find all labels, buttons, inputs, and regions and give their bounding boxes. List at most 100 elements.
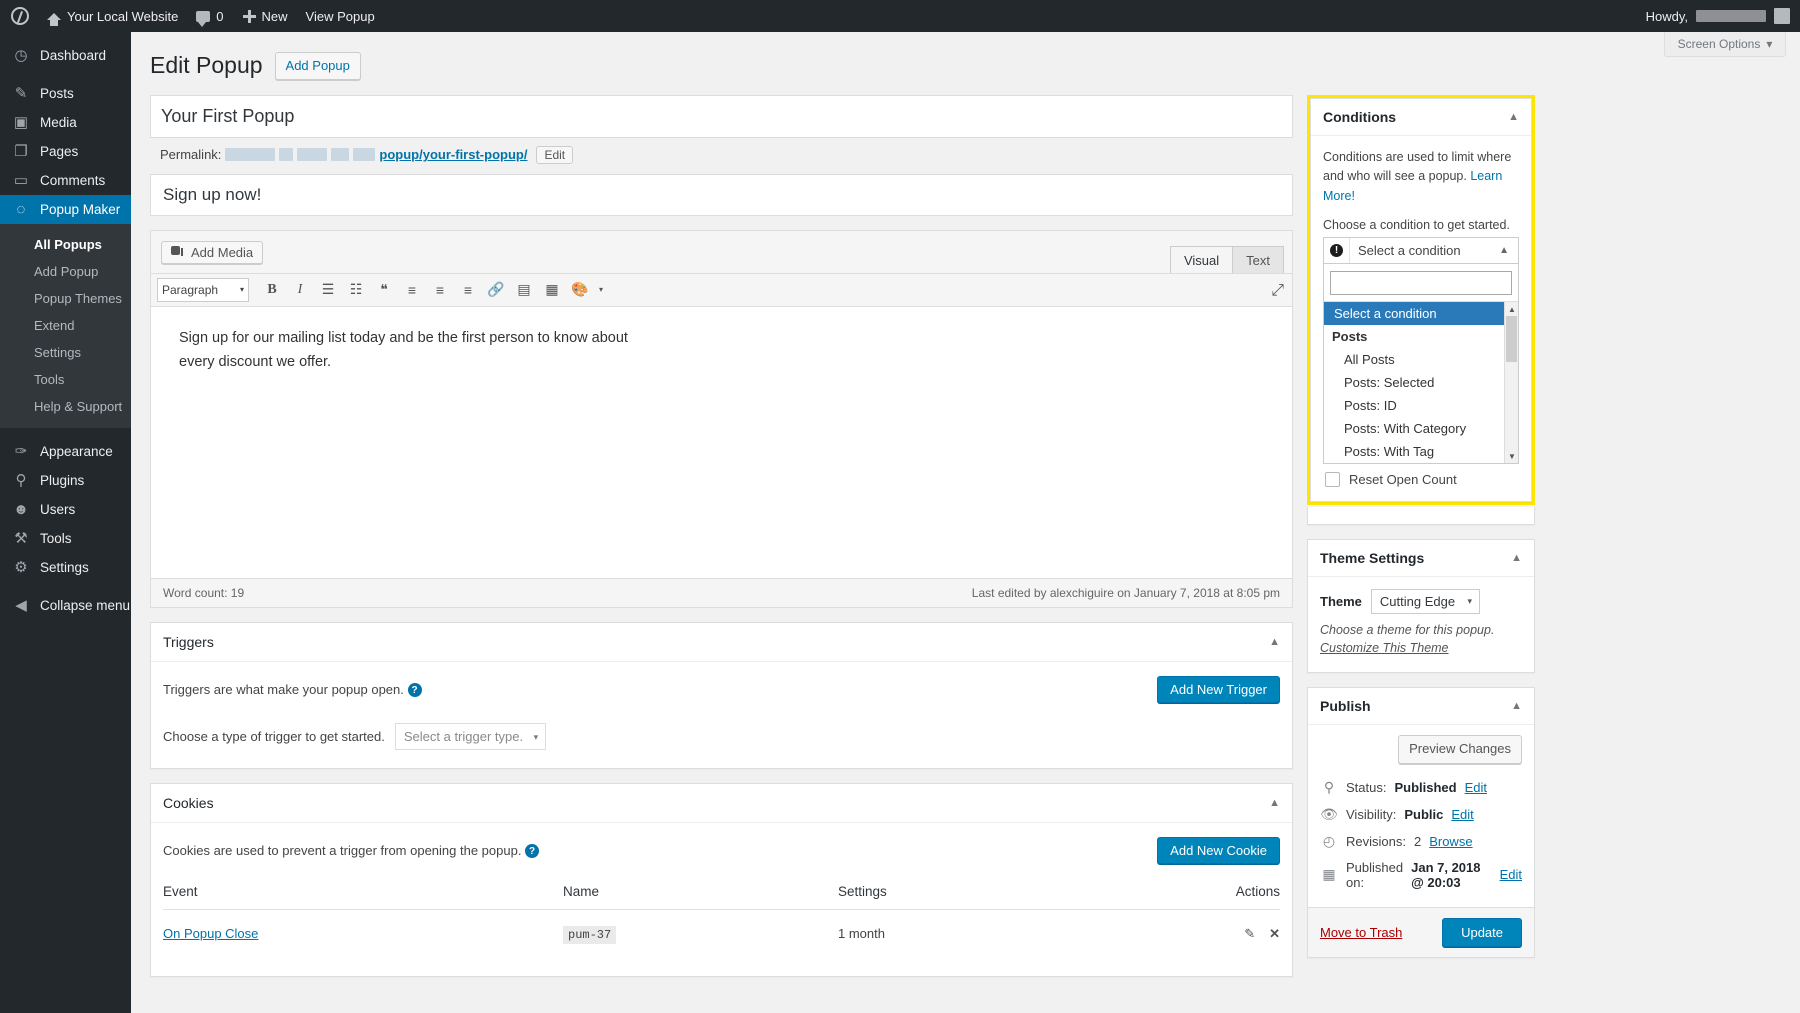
account-area[interactable]: Howdy, [1646, 8, 1800, 24]
condition-option-posts-with-tag[interactable]: Posts: With Tag [1324, 440, 1518, 463]
edit-permalink-button[interactable]: Edit [536, 146, 573, 164]
conditions-header[interactable]: Conditions ▲ [1311, 99, 1531, 136]
comments-button[interactable]: 0 [187, 0, 232, 32]
sidebar-item-media[interactable]: ▣ Media [0, 108, 131, 137]
triggers-top-row: Triggers are what make your popup open. … [163, 676, 1280, 703]
text-color-chevron-icon[interactable]: ▾ [595, 278, 607, 302]
main-column: Permalink: popup/your-first-popup/ Edit … [150, 95, 1293, 977]
chevron-up-icon[interactable]: ▲ [1508, 111, 1519, 123]
condition-option-all-posts[interactable]: All Posts [1324, 348, 1518, 371]
sidebar-item-plugins[interactable]: ⚲ Plugins [0, 466, 131, 495]
condition-option-group-posts[interactable]: Posts [1324, 325, 1518, 348]
chevron-up-icon[interactable]: ▲ [1269, 636, 1280, 648]
condition-option-posts-id[interactable]: Posts: ID [1324, 394, 1518, 417]
popup-subtitle-input[interactable] [161, 183, 1282, 207]
help-icon[interactable]: ? [408, 683, 422, 697]
cookie-event-link[interactable]: On Popup Close [163, 926, 258, 941]
wordpress-logo-button[interactable] [0, 0, 38, 32]
submenu-item-add-popup[interactable]: Add Popup [0, 258, 131, 285]
triggers-header[interactable]: Triggers ▲ [151, 623, 1292, 662]
tab-text[interactable]: Text [1232, 246, 1284, 273]
submenu-item-settings[interactable]: Settings [0, 339, 131, 366]
text-color-icon[interactable]: 🎨 [567, 278, 593, 302]
sidebar-item-collapse-menu[interactable]: ◀ Collapse menu [0, 591, 131, 620]
editor-content-area[interactable]: Sign up for our mailing list today and b… [151, 307, 1292, 579]
condition-option-posts-selected[interactable]: Posts: Selected [1324, 371, 1518, 394]
condition-option-posts-with-category[interactable]: Posts: With Category [1324, 417, 1518, 440]
sidebar-item-settings[interactable]: ⚙ Settings [0, 553, 131, 582]
view-popup-button[interactable]: View Popup [297, 0, 384, 32]
edit-visibility-link[interactable]: Edit [1451, 807, 1473, 822]
add-popup-button[interactable]: Add Popup [275, 52, 361, 81]
move-to-trash-link[interactable]: Move to Trash [1320, 925, 1402, 940]
read-more-icon[interactable]: ▤ [511, 278, 537, 302]
publish-revisions-row: ◴ Revisions: 2 Browse [1320, 828, 1522, 855]
trigger-type-select[interactable]: Select a trigger type. ▾ [395, 723, 546, 750]
theme-select[interactable]: Cutting Edge ▾ [1371, 589, 1480, 614]
condition-select-button[interactable]: ! Select a condition ▲ [1323, 237, 1519, 264]
dropdown-scrollbar[interactable]: ▲ ▼ [1504, 302, 1518, 463]
table-header-row: Event Name Settings Actions [163, 874, 1280, 910]
edit-pencil-icon[interactable]: ✎ [1244, 926, 1255, 942]
chevron-up-icon[interactable]: ▲ [1511, 552, 1522, 564]
theme-settings-body: Theme Cutting Edge ▾ Choose a theme for … [1308, 577, 1534, 672]
browse-revisions-link[interactable]: Browse [1429, 834, 1472, 849]
tab-visual[interactable]: Visual [1170, 246, 1233, 273]
screen-options-button[interactable]: Screen Options ▾ [1664, 32, 1786, 57]
align-left-icon[interactable]: ≡ [399, 278, 425, 302]
align-right-icon[interactable]: ≡ [455, 278, 481, 302]
update-button[interactable]: Update [1442, 918, 1522, 947]
cookies-header[interactable]: Cookies ▲ [151, 784, 1292, 823]
numbered-list-icon[interactable]: ☷ [343, 278, 369, 302]
submenu-item-all-popups[interactable]: All Popups [0, 231, 131, 258]
blockquote-icon[interactable]: ❝ [371, 278, 397, 302]
condition-search-input[interactable] [1330, 271, 1512, 295]
submenu-item-help-support[interactable]: Help & Support [0, 393, 131, 420]
publish-header[interactable]: Publish ▲ [1308, 688, 1534, 725]
submenu-item-popup-themes[interactable]: Popup Themes [0, 285, 131, 312]
sidebar-item-popup-maker[interactable]: ◌ Popup Maker [0, 195, 131, 224]
permalink-link[interactable]: popup/your-first-popup/ [379, 147, 527, 162]
add-new-trigger-button[interactable]: Add New Trigger [1157, 676, 1280, 703]
site-name-button[interactable]: Your Local Website [38, 0, 187, 32]
sidebar-item-appearance[interactable]: ✑ Appearance [0, 437, 131, 466]
fullscreen-icon[interactable]: ⤢ [1271, 282, 1284, 300]
new-content-button[interactable]: New [233, 0, 297, 32]
reset-open-count-checkbox[interactable] [1325, 472, 1340, 487]
chevron-up-icon[interactable]: ▲ [1269, 797, 1280, 809]
sidebar-item-pages[interactable]: ❐ Pages [0, 137, 131, 166]
reset-open-count-row[interactable]: Reset Open Count [1323, 464, 1519, 487]
customize-theme-link[interactable]: Customize This Theme [1320, 641, 1449, 655]
chevron-up-icon[interactable]: ▲ [1511, 700, 1522, 712]
bold-icon[interactable]: B [259, 278, 285, 302]
published-value: Jan 7, 2018 @ 20:03 [1411, 860, 1491, 890]
scroll-up-arrow-icon[interactable]: ▲ [1505, 302, 1518, 316]
add-media-button[interactable]: Add Media [161, 241, 263, 264]
edit-status-link[interactable]: Edit [1465, 780, 1487, 795]
edit-published-link[interactable]: Edit [1500, 867, 1522, 882]
condition-option-select-a-condition[interactable]: Select a condition [1324, 302, 1518, 325]
submenu-item-extend[interactable]: Extend [0, 312, 131, 339]
sidebar-item-users[interactable]: ☻ Users [0, 495, 131, 524]
scrollbar-thumb[interactable] [1506, 316, 1517, 362]
sidebar-item-tools[interactable]: ⚒ Tools [0, 524, 131, 553]
preview-changes-button[interactable]: Preview Changes [1398, 735, 1522, 764]
align-center-icon[interactable]: ≡ [427, 278, 453, 302]
post-title-input[interactable] [159, 99, 1284, 134]
add-new-cookie-button[interactable]: Add New Cookie [1157, 837, 1280, 864]
sidebar-item-dashboard[interactable]: ◷ Dashboard [0, 41, 131, 70]
paragraph-format-select[interactable]: Paragraph ▾ [157, 278, 249, 302]
comment-count: 0 [216, 9, 223, 24]
sidebar-item-comments[interactable]: ▭ Comments [0, 166, 131, 195]
theme-settings-header[interactable]: Theme Settings ▲ [1308, 540, 1534, 577]
help-icon[interactable]: ? [525, 844, 539, 858]
scroll-down-arrow-icon[interactable]: ▼ [1505, 449, 1518, 463]
sidebar-item-posts[interactable]: ✎ Posts [0, 79, 131, 108]
submenu-item-tools[interactable]: Tools [0, 366, 131, 393]
italic-icon[interactable]: I [287, 278, 313, 302]
delete-close-icon[interactable]: ✕ [1269, 926, 1280, 942]
toolbar-toggle-icon[interactable]: ▦ [539, 278, 565, 302]
condition-option-list[interactable]: Select a condition Posts All Posts Posts… [1324, 301, 1518, 463]
bulleted-list-icon[interactable]: ☰ [315, 278, 341, 302]
insert-link-icon[interactable]: 🔗 [483, 278, 509, 302]
